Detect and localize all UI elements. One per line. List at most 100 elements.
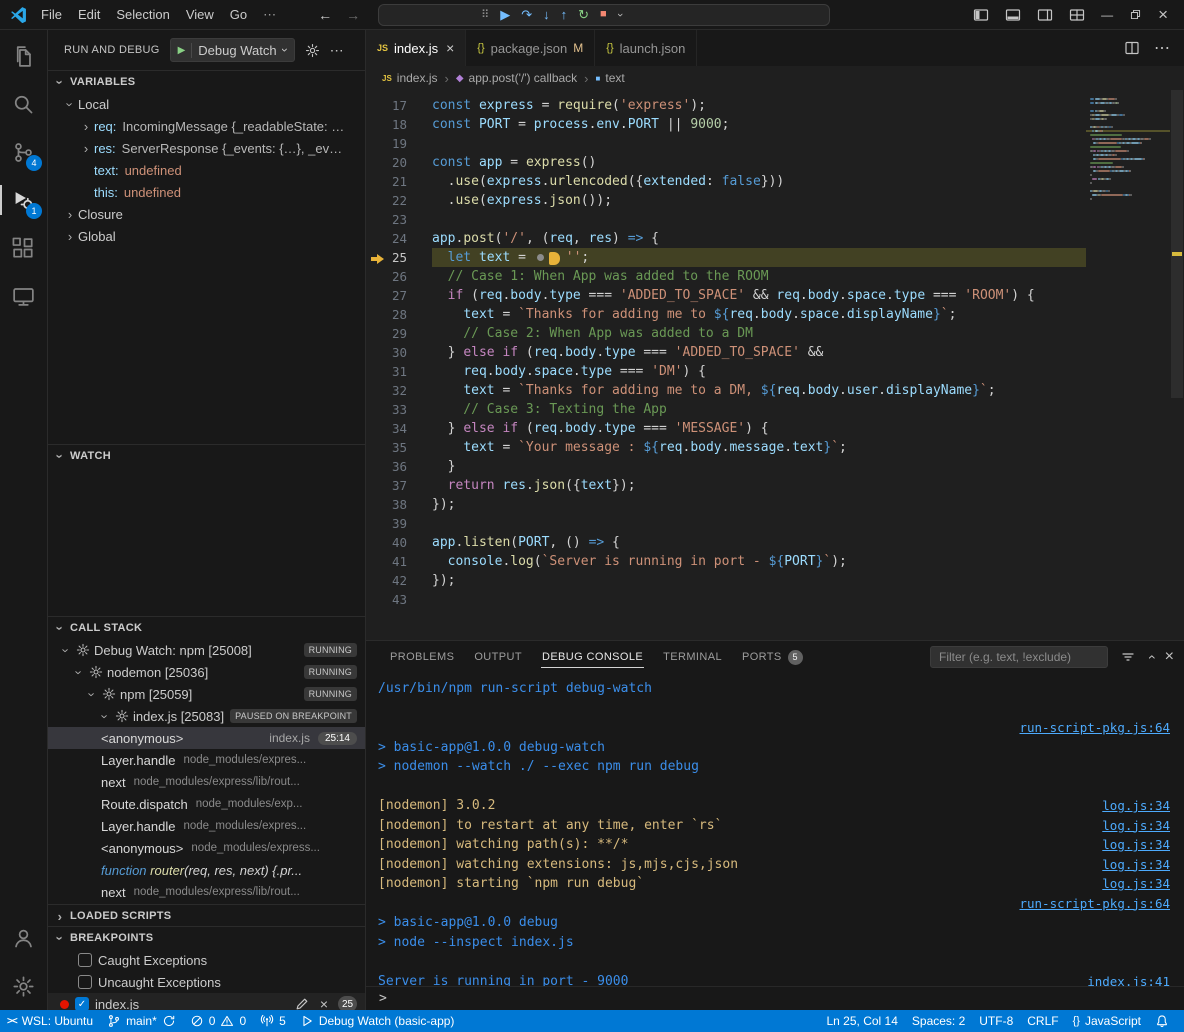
gutter[interactable]: 21 xyxy=(366,172,432,191)
callstack-frame[interactable]: Layer.handlenode_modules/expres... xyxy=(48,815,365,837)
code-line-18[interactable]: 18const PORT = process.env.PORT || 9000; xyxy=(366,115,1086,134)
gutter[interactable]: 37 xyxy=(366,476,432,495)
code-line-38[interactable]: 38}); xyxy=(366,495,1086,514)
start-debug-icon[interactable]: ▶ xyxy=(178,45,186,56)
inline-breakpoint-hint-icon[interactable] xyxy=(537,254,544,261)
callstack-frame[interactable]: <anonymous>index.js25:14 xyxy=(48,727,365,749)
activity-source-control[interactable]: 4 xyxy=(0,128,47,176)
notifications[interactable] xyxy=(1148,1010,1176,1032)
breadcrumb-item[interactable]: ■text xyxy=(596,71,625,85)
cursor-position[interactable]: Ln 25, Col 14 xyxy=(820,1010,905,1032)
remote-indicator[interactable]: >< WSL: Ubuntu xyxy=(0,1010,100,1032)
callstack-session[interactable]: ›Debug Watch: npm [25008]RUNNING xyxy=(48,639,365,661)
stop-dropdown-icon[interactable]: › xyxy=(614,13,626,17)
maximize-panel-icon[interactable]: › xyxy=(1142,655,1158,660)
console-options-icon[interactable] xyxy=(1120,649,1136,665)
encoding[interactable]: UTF-8 xyxy=(972,1010,1020,1032)
code-line-36[interactable]: 36 } xyxy=(366,457,1086,476)
code-line-25[interactable]: 25 let text = ''; xyxy=(366,248,1086,267)
branch-indicator[interactable]: main* xyxy=(100,1010,183,1032)
remove-breakpoint-icon[interactable]: × xyxy=(316,996,332,1010)
breadcrumb-item[interactable]: ◆app.post('/') callback xyxy=(456,71,577,85)
scope-global[interactable]: ›Global xyxy=(48,225,365,247)
debug-config-picker[interactable]: ▶ Debug Watch › xyxy=(170,38,295,62)
gutter[interactable]: 39 xyxy=(366,514,432,533)
step-over-button[interactable]: ↷ xyxy=(521,8,532,21)
callstack-session[interactable]: ›index.js [25083]PAUSED ON BREAKPOINT xyxy=(48,705,365,727)
code-line-17[interactable]: 17const express = require('express'); xyxy=(366,96,1086,115)
breakpoint-row[interactable]: Uncaught Exceptions xyxy=(48,971,365,993)
variables-header[interactable]: › VARIABLES xyxy=(48,71,365,93)
variable-row[interactable]: ›req:IncomingMessage {_readableState: … xyxy=(48,115,365,137)
nav-back-icon[interactable]: ← xyxy=(318,7,332,23)
toggle-primary-sidebar-icon[interactable] xyxy=(973,7,989,23)
activity-settings[interactable] xyxy=(0,962,47,1010)
console-source-link[interactable]: log.js:34 xyxy=(1102,837,1170,852)
gutter[interactable]: 42 xyxy=(366,571,432,590)
console-source-link[interactable]: log.js:34 xyxy=(1102,857,1170,872)
code-line-30[interactable]: 30 } else if (req.body.type === 'ADDED_T… xyxy=(366,343,1086,362)
console-source-link[interactable]: log.js:34 xyxy=(1102,876,1170,891)
gutter[interactable]: 41 xyxy=(366,552,432,571)
code-line-19[interactable]: 19 xyxy=(366,134,1086,153)
scrollbar-thumb[interactable] xyxy=(1171,90,1183,398)
breadcrumb-item[interactable]: JSindex.js xyxy=(382,71,437,85)
activity-search[interactable] xyxy=(0,80,47,128)
gutter[interactable]: 28 xyxy=(366,305,432,324)
gutter[interactable]: 25 xyxy=(366,248,432,267)
customize-layout-icon[interactable] xyxy=(1069,7,1085,23)
panel-tab-ports[interactable]: PORTS5 xyxy=(732,641,813,673)
code-line-43[interactable]: 43 xyxy=(366,590,1086,609)
restart-button[interactable]: ↻ xyxy=(578,8,589,21)
console-source-link[interactable]: index.js:41 xyxy=(1087,974,1170,986)
breakpoints-header[interactable]: › BREAKPOINTS xyxy=(48,927,365,949)
callstack-header[interactable]: › CALL STACK xyxy=(48,617,365,639)
menu-edit[interactable]: Edit xyxy=(70,7,108,22)
variable-row[interactable]: this:undefined xyxy=(48,181,365,203)
scope-closure[interactable]: ›Closure xyxy=(48,203,365,225)
menu-view[interactable]: View xyxy=(178,7,222,22)
code-line-21[interactable]: 21 .use(express.urlencoded({extended: fa… xyxy=(366,172,1086,191)
gutter[interactable]: 27 xyxy=(366,286,432,305)
code-line-20[interactable]: 20const app = express() xyxy=(366,153,1086,172)
restore-button[interactable] xyxy=(1129,8,1142,21)
editor-more-icon[interactable]: ⋯ xyxy=(1154,38,1170,58)
minimap[interactable] xyxy=(1086,90,1170,640)
code-line-39[interactable]: 39 xyxy=(366,514,1086,533)
continue-button[interactable]: ▶ xyxy=(500,8,510,21)
breakpoint-row[interactable]: Caught Exceptions xyxy=(48,949,365,971)
drag-grip-icon[interactable]: ⠿ xyxy=(481,8,489,21)
callstack-frame[interactable]: Route.dispatchnode_modules/exp... xyxy=(48,793,365,815)
console-filter-input[interactable] xyxy=(930,646,1108,668)
panel-tab-terminal[interactable]: TERMINAL xyxy=(653,641,732,673)
menu-overflow[interactable]: ⋯ xyxy=(255,7,284,23)
panel-tab-output[interactable]: OUTPUT xyxy=(464,641,532,673)
gutter[interactable]: 23 xyxy=(366,210,432,229)
minimize-button[interactable]: — xyxy=(1101,8,1113,22)
console-source-link[interactable]: run-script-pkg.js:64 xyxy=(1019,720,1170,735)
gutter[interactable]: 17 xyxy=(366,96,432,115)
variable-row[interactable]: text:undefined xyxy=(48,159,365,181)
breakpoint-row[interactable]: ✓index.js×25 xyxy=(48,993,365,1010)
gutter[interactable]: 32 xyxy=(366,381,432,400)
callstack-frame[interactable]: Layer.handlenode_modules/expres... xyxy=(48,749,365,771)
code-line-31[interactable]: 31 req.body.space.type === 'DM') { xyxy=(366,362,1086,381)
activity-explorer[interactable] xyxy=(0,32,47,80)
edit-breakpoint-icon[interactable] xyxy=(294,996,310,1010)
panel-tab-problems[interactable]: PROBLEMS xyxy=(380,641,464,673)
tab-index.js[interactable]: JSindex.js× xyxy=(366,30,466,66)
activity-extensions[interactable] xyxy=(0,224,47,272)
code-line-40[interactable]: 40app.listen(PORT, () => { xyxy=(366,533,1086,552)
activity-account[interactable] xyxy=(0,914,47,962)
split-editor-icon[interactable] xyxy=(1124,40,1140,56)
gutter[interactable]: 33 xyxy=(366,400,432,419)
activity-run-debug[interactable]: 1 xyxy=(0,176,47,224)
gutter[interactable]: 36 xyxy=(366,457,432,476)
tab-launch.json[interactable]: {}launch.json xyxy=(595,30,697,66)
eol[interactable]: CRLF xyxy=(1020,1010,1065,1032)
nav-forward-icon[interactable]: → xyxy=(346,7,360,23)
stop-button[interactable]: ■ xyxy=(600,9,607,20)
code-line-23[interactable]: 23 xyxy=(366,210,1086,229)
code-line-33[interactable]: 33 // Case 3: Texting the App xyxy=(366,400,1086,419)
callstack-session[interactable]: ›npm [25059]RUNNING xyxy=(48,683,365,705)
